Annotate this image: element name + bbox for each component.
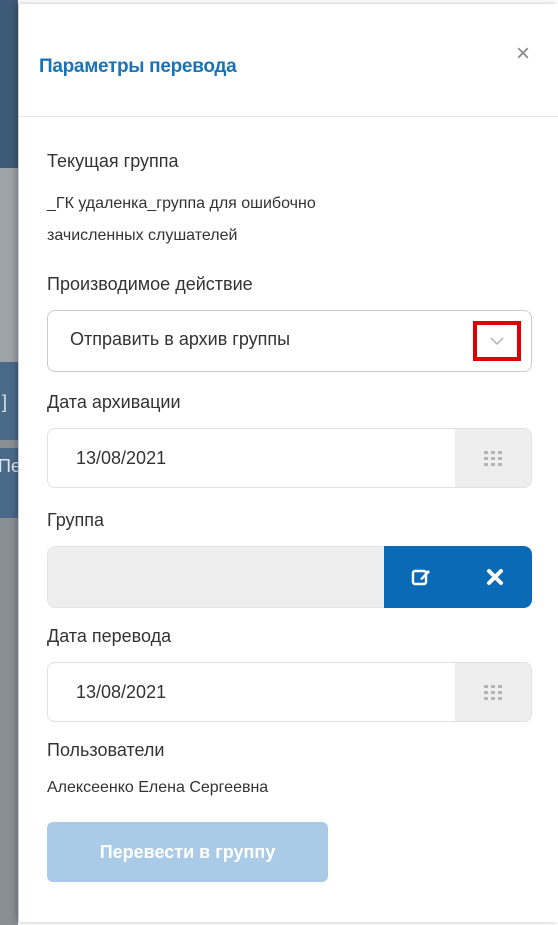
group-edit-button[interactable] [384,546,458,608]
transfer-date-calendar-button[interactable] [455,663,531,721]
action-label: Производимое действие [47,274,253,294]
user-item: Алексеенко Елена Сергеевна [47,779,269,796]
transfer-date-value: 13/08/2021 [76,682,167,702]
background-row: Пе [0,448,21,518]
group-field [47,546,532,608]
dropdown-toggle[interactable] [473,321,521,361]
edit-icon [411,569,430,586]
archive-date-field[interactable]: 13/08/2021 [47,428,532,488]
background-row: ] [0,362,18,440]
background-text: ] [2,392,8,412]
current-group-value-line1: _ГК удаленка_группа для ошибочно [47,195,316,212]
x-icon [487,569,503,585]
modal-title: Параметры перевода [39,56,237,77]
transfer-date-label: Дата перевода [47,626,172,646]
transfer-date-field[interactable]: 13/08/2021 [47,662,532,722]
transfer-params-modal: Параметры перевода × Текущая группа _ГК … [18,4,558,922]
current-group-label: Текущая группа [47,151,179,171]
action-select[interactable]: Отправить в архив группы [47,310,532,372]
close-button[interactable]: × [509,40,537,68]
background-panel [0,168,18,362]
chevron-down-icon [490,337,504,345]
background-header [0,0,18,168]
current-group-value-line2: зачисленных слушателей [47,227,238,244]
users-label: Пользователи [47,740,165,760]
calendar-grid-icon [484,451,502,466]
close-icon: × [515,40,530,67]
transfer-to-group-button[interactable]: Перевести в группу [47,822,328,882]
calendar-grid-icon [484,685,502,700]
group-input[interactable] [47,546,384,608]
archive-date-value: 13/08/2021 [76,448,167,468]
modal-header: Параметры перевода × [19,4,558,117]
archive-date-label: Дата архивации [47,392,181,412]
action-select-value: Отправить в архив группы [70,329,291,349]
group-clear-button[interactable] [458,546,532,608]
archive-date-calendar-button[interactable] [455,429,531,487]
group-label: Группа [47,510,105,530]
